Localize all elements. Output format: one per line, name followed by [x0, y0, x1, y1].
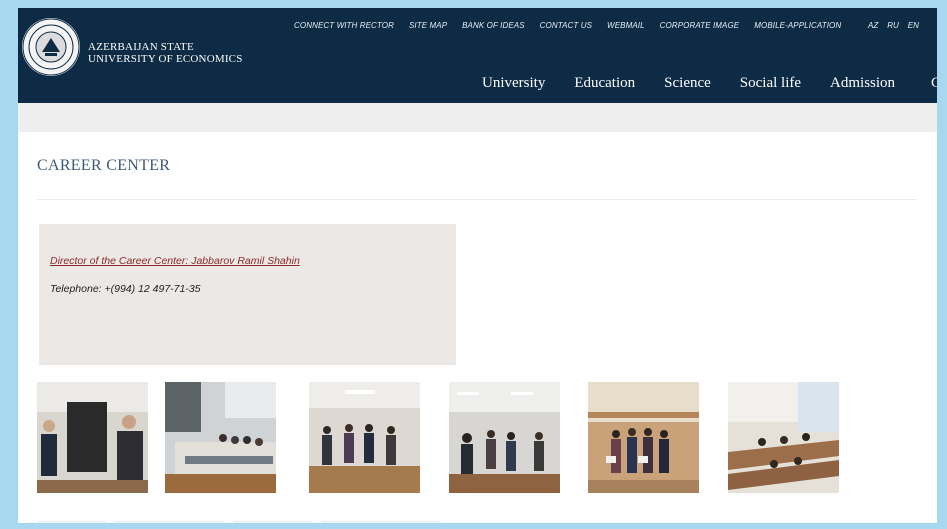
- gallery-photo-2[interactable]: [165, 382, 276, 493]
- lang-az[interactable]: AZ: [868, 21, 878, 30]
- nav-science[interactable]: Science: [664, 75, 711, 92]
- top-link-site-map[interactable]: SITE MAP: [409, 21, 447, 30]
- main-nav: University Education Science Social life…: [482, 75, 924, 92]
- top-link-corporate-image[interactable]: CORPORATE IMAGE: [660, 21, 740, 30]
- nav-admission[interactable]: Admission: [830, 75, 895, 92]
- breadcrumb-bar: [18, 103, 937, 132]
- lang-ru[interactable]: RU: [887, 21, 899, 30]
- top-links: CONNECT WITH RECTOR SITE MAP BANK OF IDE…: [294, 21, 856, 30]
- content-below-fold: [37, 512, 457, 523]
- nav-social-life[interactable]: Social life: [740, 75, 801, 92]
- lang-en[interactable]: EN: [908, 21, 919, 30]
- director-link[interactable]: Director of the Career Center: Jabbarov …: [50, 255, 300, 267]
- gallery-photo-3[interactable]: [309, 382, 420, 493]
- gallery-photo-6[interactable]: [728, 382, 839, 493]
- contact-info-box: Director of the Career Center: Jabbarov …: [39, 224, 456, 365]
- top-link-connect-rector[interactable]: CONNECT WITH RECTOR: [294, 21, 394, 30]
- language-switcher: AZ RU EN: [868, 21, 928, 30]
- site-header: AZERBAIJAN STATE UNIVERSITY OF ECONOMICS…: [18, 8, 937, 103]
- gallery-photo-1[interactable]: [37, 382, 148, 493]
- title-divider: [37, 199, 917, 200]
- browser-page: AZERBAIJAN STATE UNIVERSITY OF ECONOMICS…: [18, 8, 937, 523]
- gallery-photo-4[interactable]: [449, 382, 560, 493]
- gallery-photo-5[interactable]: [588, 382, 699, 493]
- top-link-webmail[interactable]: WEBMAIL: [607, 21, 645, 30]
- page-title: CAREER CENTER: [37, 157, 171, 174]
- university-logo[interactable]: [22, 18, 80, 76]
- nav-item-cut-off[interactable]: C: [931, 75, 937, 92]
- top-link-mobile-application[interactable]: MOBILE-APPLICATION: [754, 21, 841, 30]
- telephone-text: Telephone: +(994) 12 497-71-35: [50, 283, 201, 295]
- nav-university[interactable]: University: [482, 75, 545, 92]
- top-link-bank-of-ideas[interactable]: BANK OF IDEAS: [462, 21, 525, 30]
- nav-education[interactable]: Education: [574, 75, 635, 92]
- top-link-contact-us[interactable]: CONTACT US: [540, 21, 592, 30]
- university-name[interactable]: AZERBAIJAN STATE UNIVERSITY OF ECONOMICS: [88, 41, 243, 65]
